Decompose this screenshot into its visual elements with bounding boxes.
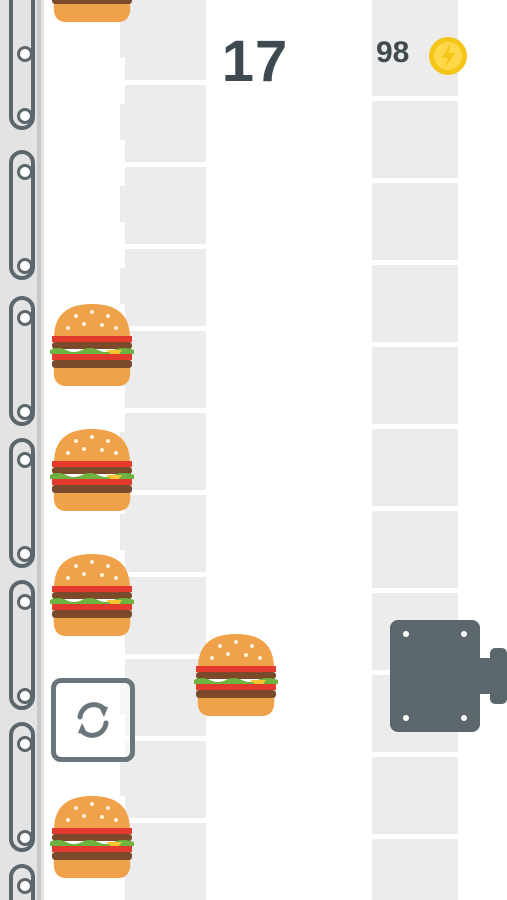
ladder-post (120, 222, 125, 268)
ladder-rung (372, 834, 462, 839)
coin-icon (428, 36, 468, 76)
score-value: 17 (221, 29, 289, 94)
ladder-rung (372, 96, 462, 101)
restart-button[interactable] (51, 678, 135, 762)
ladder-rung (372, 752, 462, 757)
chain-bolt (17, 736, 33, 752)
stacked-burger (46, 790, 138, 882)
chain-bolt (17, 258, 33, 274)
ladder-rung (120, 80, 206, 85)
chain-bolt (17, 546, 33, 562)
burger-icon (50, 796, 134, 878)
stacked-burger (46, 0, 138, 26)
chain-bolt (17, 108, 33, 124)
stacked-burger (46, 548, 138, 640)
chain-bolt (17, 830, 33, 846)
burger-icon (50, 429, 134, 511)
ladder-rung (372, 342, 462, 347)
chain-bolt (17, 46, 33, 62)
chain-link (9, 150, 35, 280)
ladder-rung (372, 260, 462, 265)
conveyor-rail-edge (37, 0, 41, 900)
press-machine (390, 620, 507, 732)
chain-link (9, 864, 35, 900)
chain-link (9, 438, 35, 568)
chain-bolt (17, 452, 33, 468)
background-divider (458, 0, 462, 900)
chain-bolt (17, 310, 33, 326)
ladder-rung (120, 244, 206, 249)
ladder-rung (372, 588, 462, 593)
chain-bolt (17, 878, 33, 894)
chain-link (9, 580, 35, 710)
burger-icon (50, 304, 134, 386)
burger-icon (52, 0, 132, 22)
stacked-burger (46, 423, 138, 515)
chain-link (9, 722, 35, 852)
background-stripe (372, 0, 462, 900)
restart-icon (77, 702, 109, 738)
ladder-rung (372, 424, 462, 429)
ladder-rung (120, 162, 206, 167)
chain-bolt (17, 404, 33, 420)
ladder-rung (372, 506, 462, 511)
active-burger[interactable] (190, 628, 282, 720)
chain-bolt (17, 164, 33, 180)
ladder-post (120, 140, 125, 186)
coin-count: 98 (376, 36, 410, 69)
chain-bolt (17, 594, 33, 610)
game-stage[interactable]: 17 98 (0, 0, 507, 900)
ladder-rung (120, 408, 206, 413)
chain-bolt (17, 688, 33, 704)
chain-link (9, 0, 35, 130)
burger-icon (50, 554, 134, 636)
chain-link (9, 296, 35, 426)
burger-icon (194, 634, 278, 716)
stacked-burger (46, 298, 138, 390)
ladder-post (120, 58, 125, 104)
ladder-rung (372, 178, 462, 183)
